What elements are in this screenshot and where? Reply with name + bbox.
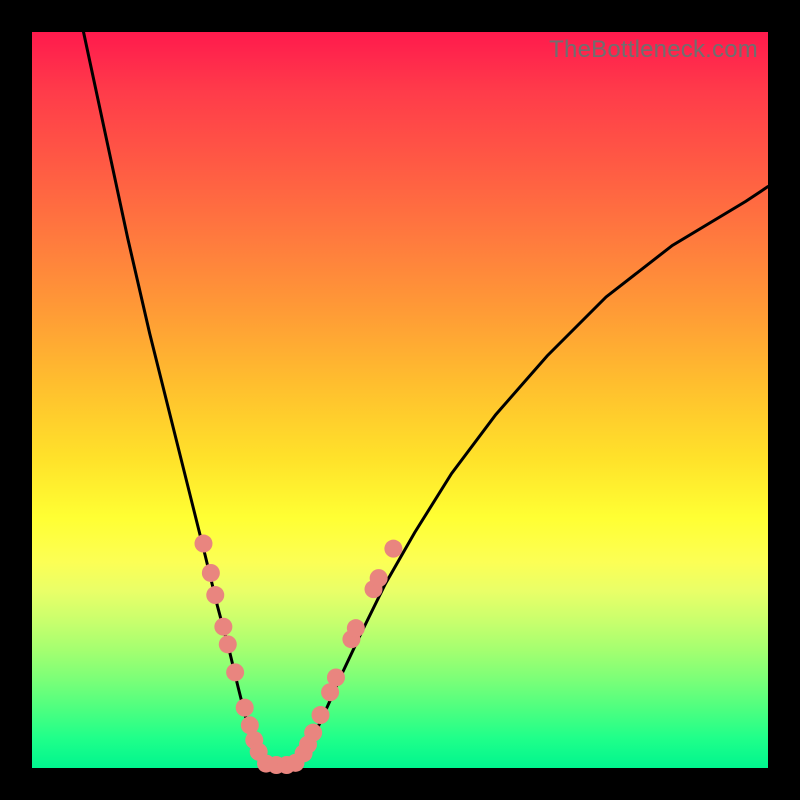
marker-dot xyxy=(236,699,254,717)
chart-svg xyxy=(32,32,768,768)
marker-dot xyxy=(312,706,330,724)
marker-dot xyxy=(370,569,388,587)
marker-dot xyxy=(219,635,237,653)
marker-dot xyxy=(226,663,244,681)
plot-area: TheBottleneck.com xyxy=(32,32,768,768)
marker-dot xyxy=(194,535,212,553)
marker-dot xyxy=(327,668,345,686)
series-right-branch xyxy=(297,187,768,763)
curve-group xyxy=(84,32,768,766)
marker-dot xyxy=(214,618,232,636)
marker-dot xyxy=(202,564,220,582)
markers-group xyxy=(194,535,402,775)
marker-dot xyxy=(384,540,402,558)
marker-dot xyxy=(206,586,224,604)
series-left-branch xyxy=(84,32,264,763)
marker-dot xyxy=(304,724,322,742)
chart-stage: TheBottleneck.com xyxy=(0,0,800,800)
marker-dot xyxy=(347,619,365,637)
